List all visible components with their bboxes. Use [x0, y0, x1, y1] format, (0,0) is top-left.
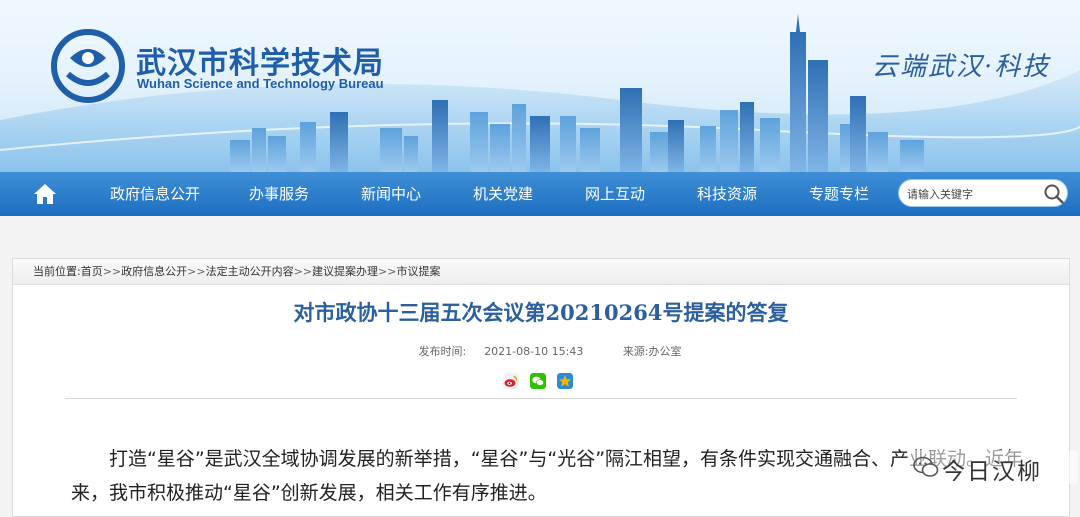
- article-title: 对市政协十三届五次会议第20210264号提案的答复: [293, 300, 789, 325]
- article-body: 打造“星谷”是武汉全域协调发展的新举措，“星谷”与“光谷”隔江相望，有条件实现交…: [71, 448, 1024, 504]
- nav-item-party[interactable]: 机关党建: [473, 172, 533, 216]
- slogan-calligraphy: 云端武汉·科技: [872, 52, 1051, 82]
- breadcrumb-separator: >>: [293, 265, 313, 278]
- qzone-icon[interactable]: [557, 373, 573, 389]
- breadcrumb-label: 当前位置:: [33, 265, 81, 278]
- source-label: 来源:: [622, 345, 649, 358]
- search-input[interactable]: [907, 184, 1037, 204]
- article-meta: 发布时间: 2021-08-10 15:43 来源:办公室: [13, 343, 1069, 359]
- site-name-en: Wuhan Science and Technology Bureau: [137, 76, 384, 91]
- bureau-logo: [51, 29, 125, 103]
- nav-item-gov-info[interactable]: 政府信息公开: [110, 172, 200, 216]
- breadcrumb-home[interactable]: 首页: [81, 265, 103, 278]
- weibo-icon[interactable]: [503, 373, 519, 389]
- breadcrumb-gov-info[interactable]: 政府信息公开: [121, 265, 187, 278]
- breadcrumb-separator: >>: [187, 265, 206, 278]
- publish-time-label: 发布时间:: [418, 345, 467, 358]
- source: 来源:办公室: [623, 345, 682, 358]
- nav-item-resources[interactable]: 科技资源: [697, 172, 757, 216]
- breadcrumb-statutory[interactable]: 法定主动公开内容: [206, 265, 294, 278]
- watermark-text: 今日汉柳: [942, 459, 1042, 485]
- publish-time-value: 2021-08-10 15:43: [484, 345, 584, 358]
- watermark: 今日汉柳: [908, 450, 1078, 485]
- home-icon[interactable]: [32, 182, 58, 206]
- wechat-icon[interactable]: [530, 373, 546, 389]
- header-banner: 武汉市科学技术局 Wuhan Science and Technology Bu…: [0, 0, 1080, 172]
- breadcrumb-separator: >>: [102, 265, 122, 278]
- nav-item-services[interactable]: 办事服务: [249, 172, 309, 216]
- nav-item-news[interactable]: 新闻中心: [361, 172, 421, 216]
- nav-item-topics[interactable]: 专题专栏: [809, 172, 869, 216]
- wechat-official-account-icon: [913, 456, 939, 477]
- search-box: [898, 179, 1068, 207]
- search-icon[interactable]: [1043, 183, 1065, 205]
- publish-time: 发布时间: 2021-08-10 15:43: [400, 345, 583, 358]
- source-value: 办公室: [648, 345, 682, 358]
- breadcrumb: 当前位置:首页>>政府信息公开>>法定主动公开内容>>建议提案办理>>市议提案: [13, 259, 1069, 285]
- divider: [65, 398, 1017, 399]
- breadcrumb-proposals[interactable]: 建议提案办理: [312, 265, 378, 278]
- nav-item-interaction[interactable]: 网上互动: [585, 172, 645, 216]
- breadcrumb-separator: >>: [378, 265, 397, 278]
- breadcrumb-city-proposals[interactable]: 市议提案: [396, 265, 440, 278]
- share-bar: [503, 373, 593, 391]
